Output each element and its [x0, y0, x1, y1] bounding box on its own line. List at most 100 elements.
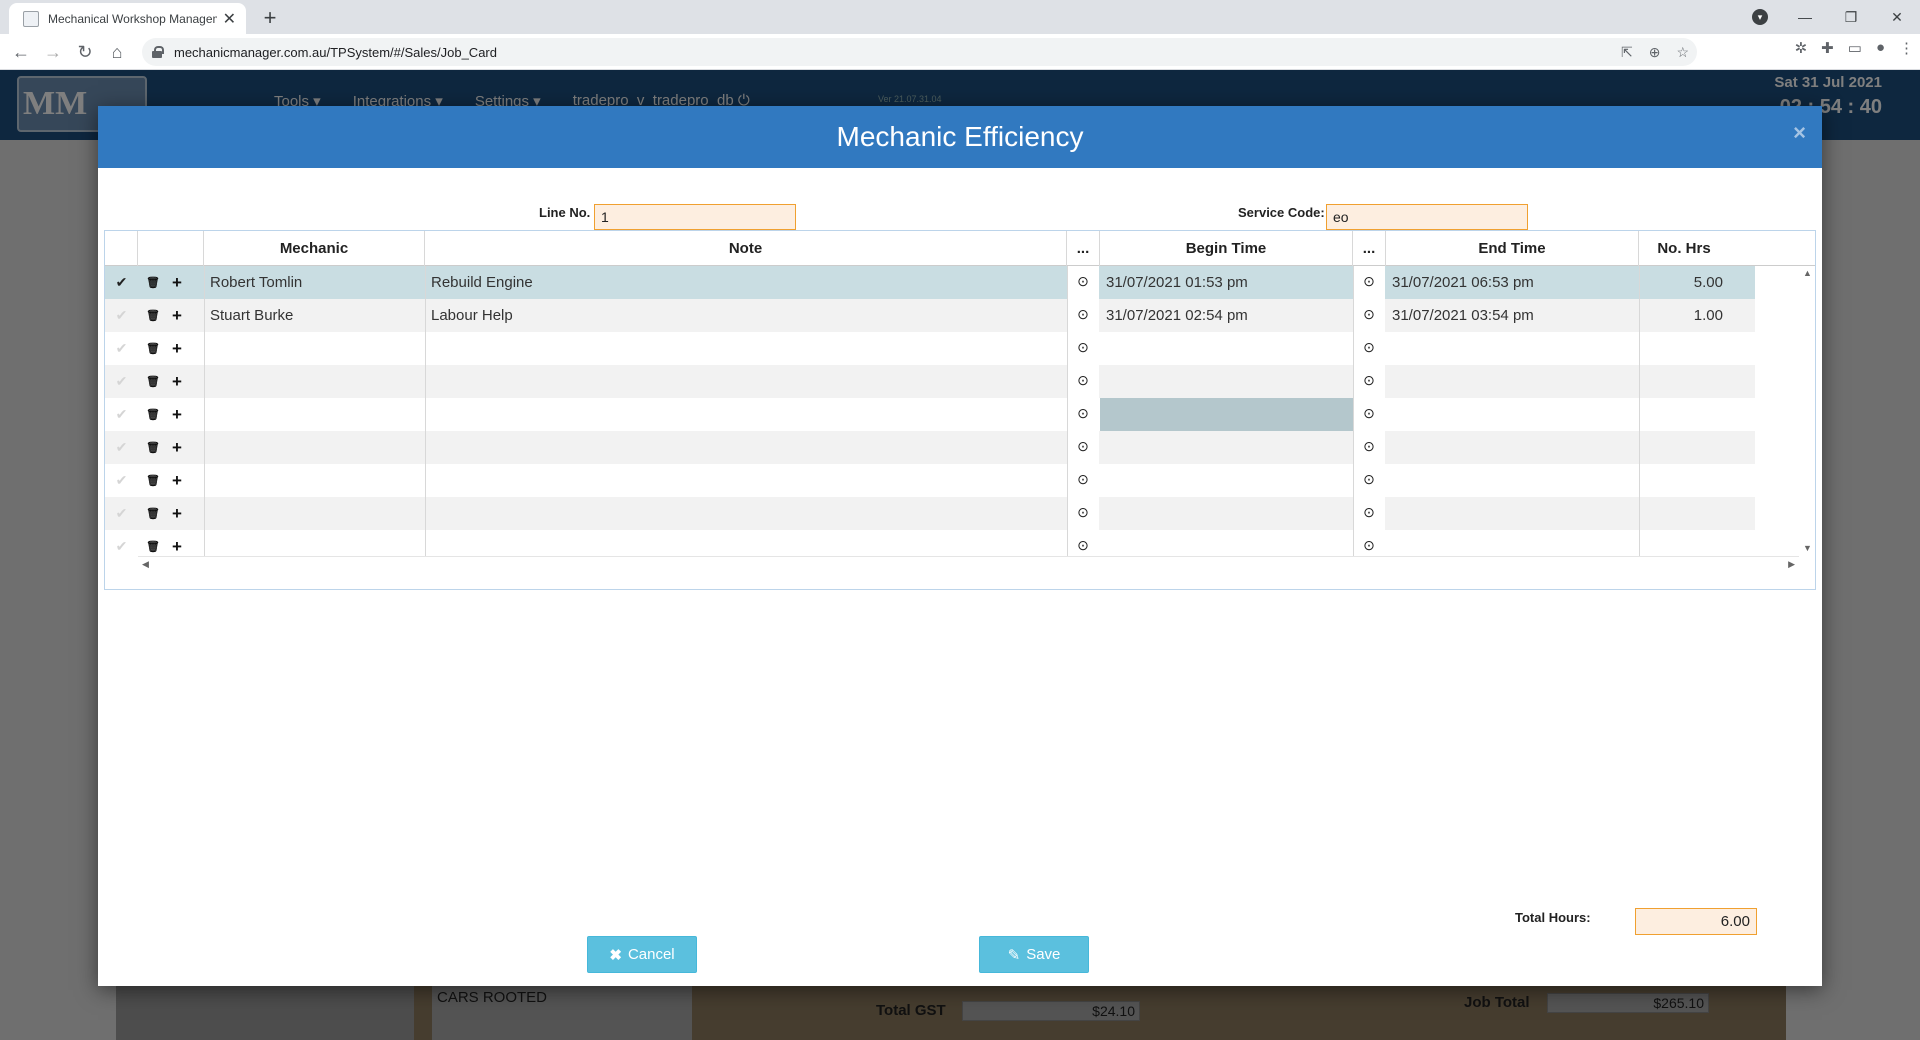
end-time-clock-icon[interactable]: ⊙	[1353, 464, 1385, 497]
scroll-left-icon[interactable]: ◀	[142, 559, 149, 570]
begin-time-cell[interactable]: 31/07/2021 01:53 pm	[1100, 266, 1353, 299]
mechanic-cell[interactable]	[204, 464, 425, 497]
table-row[interactable]: ✔ 🗑 + Stuart Burke Labour Help 31/07/2021 02:…	[105, 299, 1755, 332]
mechanic-cell[interactable]: Stuart Burke	[204, 299, 425, 332]
begin-time-cell[interactable]: 31/07/2021 02:54 pm	[1100, 299, 1353, 332]
add-row-icon[interactable]: +	[172, 339, 182, 359]
table-row[interactable]: ✔ 🗑 + ⊙ ⊙	[105, 365, 1755, 398]
begin-time-cell[interactable]	[1100, 332, 1353, 365]
begin-time-clock-icon[interactable]: ⊙	[1067, 332, 1099, 365]
end-time-cell[interactable]: 31/07/2021 03:54 pm	[1386, 299, 1639, 332]
lock-icon[interactable]	[152, 46, 164, 58]
note-cell[interactable]: Labour Help	[425, 299, 1067, 332]
end-time-clock-icon[interactable]: ⊙	[1353, 299, 1385, 332]
begin-time-cell[interactable]	[1100, 398, 1353, 431]
forward-icon[interactable]: →	[40, 39, 66, 65]
address-bar[interactable]: mechanicmanager.com.au/TPSystem/#/Sales/…	[142, 38, 1697, 66]
begin-time-clock-icon[interactable]: ⊙	[1067, 266, 1099, 299]
new-tab-button[interactable]: +	[256, 4, 284, 32]
table-row[interactable]: ✔ 🗑 + ⊙ ⊙	[105, 464, 1755, 497]
row-select-check-icon[interactable]: ✔	[105, 332, 138, 365]
header-begin-time[interactable]: Begin Time	[1100, 231, 1353, 266]
minimize-icon[interactable]: —	[1782, 9, 1828, 25]
close-icon[interactable]: ×	[1793, 120, 1806, 146]
table-row[interactable]: ✔ 🗑 + ⊙ ⊙	[105, 398, 1755, 431]
begin-time-clock-icon[interactable]: ⊙	[1067, 497, 1099, 530]
header-mechanic[interactable]: Mechanic	[204, 231, 425, 266]
begin-time-cell[interactable]	[1100, 365, 1353, 398]
scroll-up-icon[interactable]: ▲	[1803, 268, 1812, 278]
add-row-icon[interactable]: +	[172, 471, 182, 491]
row-select-check-icon[interactable]: ✔	[105, 464, 138, 497]
add-row-icon[interactable]: +	[172, 537, 182, 557]
end-time-cell[interactable]	[1386, 431, 1639, 464]
note-cell[interactable]	[425, 332, 1067, 365]
header-end-picker[interactable]: ...	[1353, 231, 1386, 266]
header-note[interactable]: Note	[425, 231, 1067, 266]
end-time-clock-icon[interactable]: ⊙	[1353, 497, 1385, 530]
no-hrs-cell[interactable]	[1639, 431, 1729, 464]
row-select-check-icon[interactable]: ✔	[105, 431, 138, 464]
restore-icon[interactable]: ❐	[1828, 9, 1874, 26]
no-hrs-cell[interactable]	[1639, 332, 1729, 365]
begin-time-clock-icon[interactable]: ⊙	[1067, 299, 1099, 332]
no-hrs-cell[interactable]: 1.00	[1639, 299, 1729, 332]
end-time-clock-icon[interactable]: ⊙	[1353, 431, 1385, 464]
no-hrs-cell[interactable]	[1639, 464, 1729, 497]
begin-time-clock-icon[interactable]: ⊙	[1067, 431, 1099, 464]
end-time-clock-icon[interactable]: ⊙	[1353, 266, 1385, 299]
add-row-icon[interactable]: +	[172, 372, 182, 392]
no-hrs-cell[interactable]	[1639, 365, 1729, 398]
bookmark-star-icon[interactable]: ☆	[1676, 44, 1689, 61]
note-cell[interactable]	[425, 431, 1067, 464]
delete-row-icon[interactable]: 🗑	[146, 276, 160, 289]
row-select-check-icon[interactable]: ✔	[105, 365, 138, 398]
begin-time-clock-icon[interactable]: ⊙	[1067, 398, 1099, 431]
delete-row-icon[interactable]: 🗑	[146, 540, 160, 553]
delete-row-icon[interactable]: 🗑	[146, 507, 160, 520]
end-time-cell[interactable]	[1386, 497, 1639, 530]
end-time-clock-icon[interactable]: ⊙	[1353, 332, 1385, 365]
cancel-button[interactable]: ✖ Cancel	[587, 936, 697, 973]
mechanic-cell[interactable]	[204, 332, 425, 365]
delete-row-icon[interactable]: 🗑	[146, 474, 160, 487]
line-no-input[interactable]: 1	[594, 204, 796, 230]
header-end-time[interactable]: End Time	[1386, 231, 1639, 266]
more-menu-icon[interactable]: ⋮	[1899, 39, 1914, 57]
add-row-icon[interactable]: +	[172, 405, 182, 425]
row-select-check-icon[interactable]: ✔	[105, 497, 138, 530]
table-row[interactable]: ✔ 🗑 + ⊙ ⊙	[105, 497, 1755, 530]
extension-icon[interactable]: ✲	[1795, 39, 1808, 57]
end-time-clock-icon[interactable]: ⊙	[1353, 365, 1385, 398]
mechanic-cell[interactable]	[204, 365, 425, 398]
zoom-icon[interactable]: ⊕	[1649, 44, 1661, 61]
end-time-cell[interactable]	[1386, 365, 1639, 398]
end-time-cell[interactable]	[1386, 398, 1639, 431]
note-cell[interactable]	[425, 464, 1067, 497]
note-cell[interactable]	[425, 398, 1067, 431]
scroll-down-icon[interactable]: ▼	[1803, 543, 1812, 553]
end-time-clock-icon[interactable]: ⊙	[1353, 398, 1385, 431]
delete-row-icon[interactable]: 🗑	[146, 408, 160, 421]
delete-row-icon[interactable]: 🗑	[146, 375, 160, 388]
service-code-input[interactable]: eo	[1326, 204, 1528, 230]
add-row-icon[interactable]: +	[172, 306, 182, 326]
browser-tab[interactable]: Mechanical Workshop Managem ✕	[9, 3, 246, 34]
table-row[interactable]: ✔ 🗑 + Robert Tomlin Rebuild Engine 31/07/2021…	[105, 266, 1755, 299]
add-row-icon[interactable]: +	[172, 504, 182, 524]
begin-time-clock-icon[interactable]: ⊙	[1067, 365, 1099, 398]
profile-icon[interactable]: ●	[1876, 39, 1885, 57]
open-external-icon[interactable]: ⇱	[1621, 44, 1633, 61]
begin-time-cell[interactable]	[1100, 497, 1353, 530]
begin-time-cell[interactable]	[1100, 464, 1353, 497]
mechanic-cell[interactable]	[204, 398, 425, 431]
row-select-check-icon[interactable]: ✔	[105, 398, 138, 431]
note-cell[interactable]: Rebuild Engine	[425, 266, 1067, 299]
reload-icon[interactable]: ↻	[72, 39, 98, 65]
begin-time-clock-icon[interactable]: ⊙	[1067, 464, 1099, 497]
no-hrs-cell[interactable]: 5.00	[1639, 266, 1729, 299]
puzzle-icon[interactable]: ✚	[1821, 39, 1834, 57]
no-hrs-cell[interactable]	[1639, 398, 1729, 431]
cast-icon[interactable]: ▭	[1848, 39, 1862, 57]
add-row-icon[interactable]: +	[172, 273, 182, 293]
